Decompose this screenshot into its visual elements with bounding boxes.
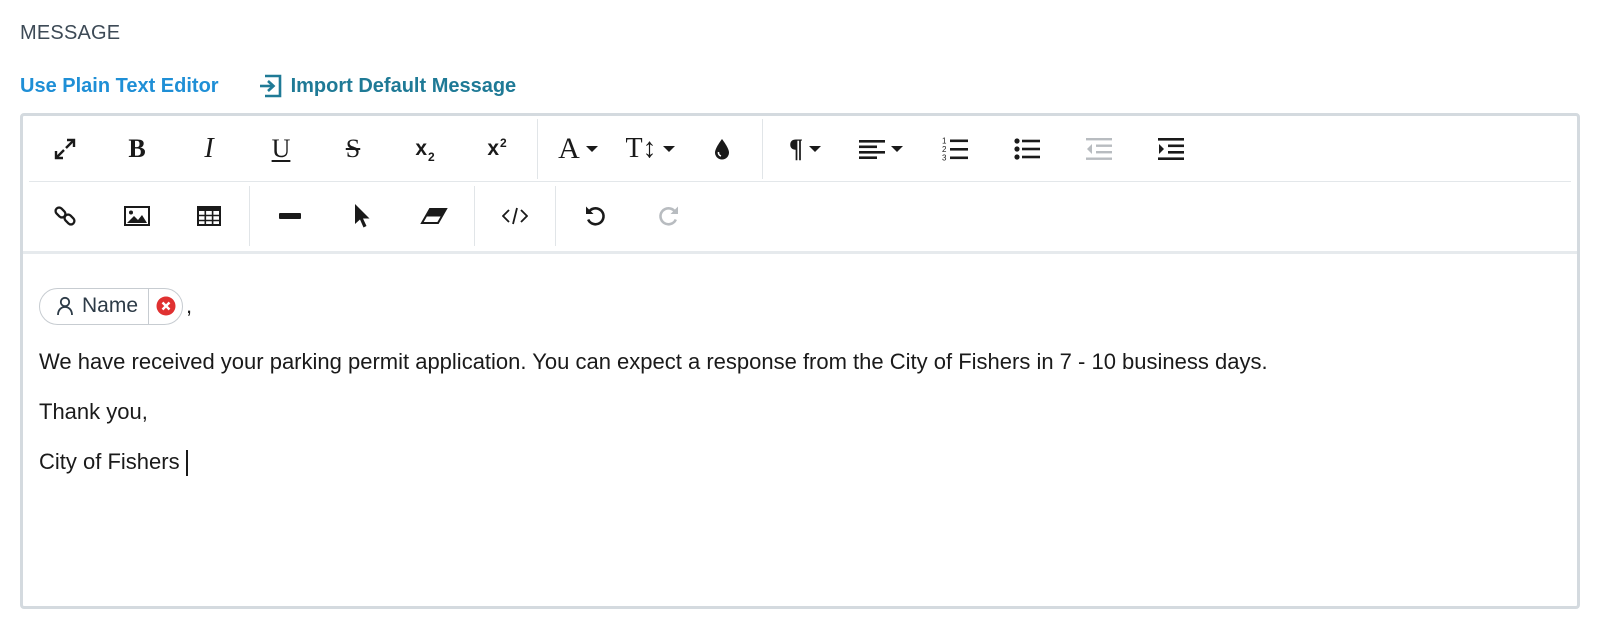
paragraph-format-dropdown[interactable]: ¶ (767, 121, 843, 177)
signature-text: City of Fishers (39, 449, 180, 474)
cursor-icon (355, 204, 370, 228)
horizontal-rule-button[interactable] (254, 188, 326, 244)
use-plain-text-editor-link[interactable]: Use Plain Text Editor (20, 75, 219, 98)
toolbar-row-2 (29, 182, 1571, 250)
toolbar-separator (762, 118, 763, 179)
insert-table-button[interactable] (173, 188, 245, 244)
toolbar-separator (474, 186, 475, 246)
code-view-icon (502, 207, 528, 225)
unordered-list-button[interactable] (991, 121, 1063, 177)
signature-line: City of Fishers (39, 448, 1561, 477)
select-all-button[interactable] (326, 188, 398, 244)
greeting-comma: , (186, 293, 193, 318)
indent-button[interactable] (1135, 121, 1207, 177)
redo-button[interactable] (632, 188, 704, 244)
svg-text:3: 3 (942, 153, 947, 162)
image-icon (124, 206, 150, 226)
superscript-button[interactable]: x2 (461, 121, 533, 177)
editor-links: Use Plain Text Editor Import Default Mes… (20, 70, 516, 102)
fullscreen-icon (54, 138, 76, 159)
font-family-icon: A (558, 131, 580, 165)
bold-icon: B (128, 133, 146, 163)
editor-toolbar: B I U S x2 x2 A T↕ ¶ 1 2 3 (23, 116, 1577, 254)
text-color-icon (715, 138, 729, 159)
chevron-down-icon (809, 145, 822, 152)
thanks-line: Thank you, (39, 399, 148, 424)
underline-icon: U (271, 133, 291, 163)
ordered-list-icon: 1 2 3 (942, 136, 968, 162)
strikethrough-button[interactable]: S (317, 121, 389, 177)
toolbar-separator (555, 186, 556, 246)
strikethrough-icon: S (345, 133, 361, 163)
fullscreen-button[interactable] (29, 121, 101, 177)
outdent-icon (1086, 137, 1112, 160)
close-circle-icon (156, 296, 176, 316)
indent-icon (1158, 137, 1184, 160)
text-color-button[interactable] (686, 121, 758, 177)
code-view-button[interactable] (479, 188, 551, 244)
align-dropdown[interactable] (843, 121, 919, 177)
superscript-icon: x2 (487, 135, 507, 160)
import-icon (259, 74, 281, 98)
font-size-dropdown[interactable]: T↕ (614, 121, 686, 177)
insert-image-button[interactable] (101, 188, 173, 244)
import-default-message-label: Import Default Message (290, 74, 517, 97)
toolbar-row-1: B I U S x2 x2 A T↕ ¶ 1 2 3 (29, 116, 1571, 182)
undo-icon (586, 206, 605, 226)
font-size-icon: T↕ (625, 132, 657, 164)
undo-button[interactable] (560, 188, 632, 244)
insert-link-button[interactable] (29, 188, 101, 244)
text-cursor (185, 450, 188, 477)
merge-field-chip-body[interactable]: Name (40, 289, 148, 324)
merge-field-chip: Name (39, 287, 184, 325)
rich-text-editor: B I U S x2 x2 A T↕ ¶ 1 2 3 Name , We hav… (20, 113, 1580, 609)
chevron-down-icon (662, 145, 675, 152)
import-default-message-link[interactable]: Import Default Message (259, 73, 517, 99)
italic-button[interactable]: I (173, 121, 245, 177)
body-paragraph: We have received your parking permit app… (39, 349, 1268, 374)
merge-field-remove-button[interactable] (148, 288, 182, 324)
redo-icon (659, 206, 678, 226)
section-label: MESSAGE (20, 22, 121, 44)
eraser-icon (420, 208, 448, 224)
subscript-button[interactable]: x2 (389, 121, 461, 177)
clear-formatting-button[interactable] (398, 188, 470, 244)
chevron-down-icon (891, 145, 903, 152)
italic-icon: I (204, 132, 214, 164)
paragraph-icon: ¶ (788, 133, 804, 163)
toolbar-separator (537, 118, 538, 179)
underline-button[interactable]: U (245, 121, 317, 177)
outdent-button[interactable] (1063, 121, 1135, 177)
bold-button[interactable]: B (101, 121, 173, 177)
unordered-list-icon (1014, 137, 1040, 160)
toolbar-separator (249, 186, 250, 246)
link-icon (54, 206, 76, 226)
align-left-icon (859, 139, 885, 159)
merge-field-chip-label: Name (82, 294, 139, 317)
person-icon (57, 296, 73, 316)
table-icon (197, 206, 221, 226)
ordered-list-button[interactable]: 1 2 3 (919, 121, 991, 177)
horizontal-rule-icon (279, 213, 301, 219)
subscript-icon: x2 (415, 136, 435, 164)
greeting-line: Name , (39, 286, 1561, 326)
font-family-dropdown[interactable]: A (542, 121, 614, 177)
editor-content[interactable]: Name , We have received your parking per… (39, 286, 1561, 477)
chevron-down-icon (585, 145, 598, 152)
